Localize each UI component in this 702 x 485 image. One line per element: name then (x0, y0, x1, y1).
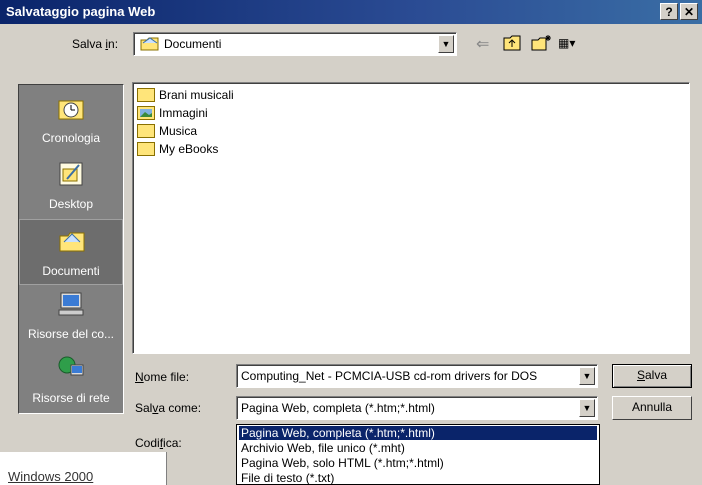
desktop-icon (57, 161, 85, 187)
view-menu-icon[interactable]: ▦▾ (558, 36, 592, 54)
title-bar: Salvataggio pagina Web ? ✕ (0, 0, 702, 24)
filename-field[interactable]: Computing_Net - PCMCIA-USB cd-rom driver… (241, 369, 537, 383)
place-documenti[interactable]: Documenti (19, 219, 123, 285)
save-as-combo[interactable]: Pagina Web, completa (*.htm;*.html) ▼ (236, 396, 598, 420)
filename-label: Nome file: (135, 370, 190, 384)
chevron-down-icon[interactable]: ▼ (579, 399, 595, 417)
place-risorse-rete[interactable]: Risorse di rete (19, 347, 123, 413)
folder-icon (137, 124, 155, 138)
save-in-combo[interactable]: Documenti ▼ (133, 32, 457, 56)
documents-icon (58, 228, 86, 254)
place-cronologia[interactable]: Cronologia (19, 87, 123, 153)
place-desktop[interactable]: Desktop (19, 153, 123, 219)
back-icon[interactable]: ⇐ (476, 34, 496, 54)
save-in-label: Salva in: (72, 37, 119, 51)
chevron-down-icon[interactable]: ▼ (438, 35, 454, 53)
dropdown-option[interactable]: Archivio Web, file unico (*.mht) (239, 441, 597, 455)
chevron-down-icon[interactable]: ▼ (579, 367, 595, 385)
dropdown-option[interactable]: Pagina Web, completa (*.htm;*.html) (239, 426, 597, 440)
window-title: Salvataggio pagina Web (6, 4, 156, 19)
places-bar: Cronologia Desktop Documenti Risorse del… (18, 84, 124, 414)
filename-combo[interactable]: Computing_Net - PCMCIA-USB cd-rom driver… (236, 364, 598, 388)
history-icon (57, 95, 85, 121)
background-window: Windows 2000 (0, 452, 167, 485)
cancel-button[interactable]: Annulla (612, 396, 692, 420)
folder-open-icon (140, 36, 160, 52)
dropdown-option[interactable]: File di testo (*.txt) (239, 471, 597, 484)
up-folder-icon[interactable] (502, 34, 522, 54)
save-as-label: Salva come: (135, 401, 202, 415)
dropdown-option[interactable]: Pagina Web, solo HTML (*.htm;*.html) (239, 456, 597, 470)
new-folder-icon[interactable] (530, 34, 552, 54)
network-icon (57, 355, 85, 381)
place-risorse-computer[interactable]: Risorse del co... (19, 283, 123, 349)
folder-pictures-icon (137, 106, 155, 120)
encoding-label: Codifica: (135, 436, 182, 450)
help-button[interactable]: ? (660, 3, 678, 20)
save-as-dropdown-list[interactable]: Pagina Web, completa (*.htm;*.html) Arch… (236, 424, 600, 485)
folder-icon (137, 142, 155, 156)
save-button[interactable]: Salva (612, 364, 692, 388)
folder-icon (137, 88, 155, 102)
computer-icon (57, 291, 85, 317)
background-link: Windows 2000 (8, 469, 94, 484)
save-as-value: Pagina Web, completa (*.htm;*.html) (241, 401, 435, 415)
save-in-value: Documenti (164, 37, 222, 51)
close-button[interactable]: ✕ (680, 3, 698, 20)
file-list[interactable]: Brani musicali Immagini Musica My eBooks (132, 82, 690, 354)
